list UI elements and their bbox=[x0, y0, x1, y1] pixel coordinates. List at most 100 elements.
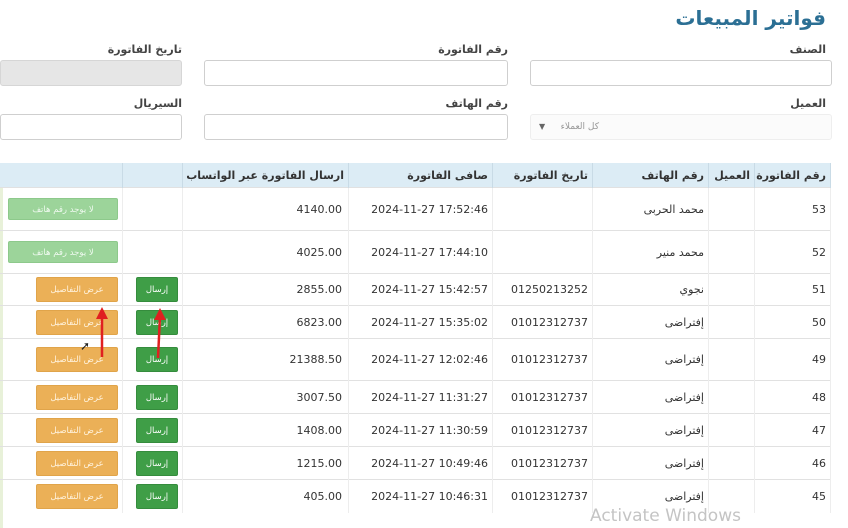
invoice-date-label: تاريخ الفاتورة bbox=[107, 43, 182, 56]
send-cell: إرسال bbox=[122, 338, 183, 381]
send-cell bbox=[122, 230, 183, 274]
send-whatsapp-button[interactable]: إرسال bbox=[136, 450, 178, 476]
customer-cell bbox=[708, 230, 755, 274]
no-phone-button[interactable]: لا يوجد رقم هاتف bbox=[8, 198, 118, 220]
net-cell: 405.00 bbox=[182, 479, 349, 513]
header-actions bbox=[0, 163, 123, 188]
invoice-number-cell: 48 bbox=[754, 380, 831, 414]
header-net: صافى الفاتورة bbox=[348, 163, 493, 188]
phone-label: رقم الهاتف bbox=[445, 97, 508, 110]
send-whatsapp-button[interactable]: إرسال bbox=[136, 483, 178, 509]
customer-select-value: كل العملاء bbox=[560, 122, 599, 132]
actions-cell: عرض التفاصيل bbox=[0, 446, 123, 480]
view-details-button[interactable]: عرض التفاصيل bbox=[36, 277, 118, 302]
invoice-number-cell: 45 bbox=[754, 479, 831, 513]
phone-cell: 01012312737 bbox=[492, 338, 593, 381]
invoice-number-cell: 47 bbox=[754, 413, 831, 447]
invoice-number-cell: 51 bbox=[754, 273, 831, 306]
invoice-date-cell: 2024-11-27 10:46:31 bbox=[348, 479, 493, 513]
net-cell: 3007.50 bbox=[182, 380, 349, 414]
invoice-number-input[interactable] bbox=[204, 60, 508, 86]
net-cell: 2855.00 bbox=[182, 273, 349, 306]
customer-cell bbox=[708, 305, 755, 339]
table-row: 53 محمد الحربى 2024-11-27 17:52:46 4140.00 ل… bbox=[0, 187, 831, 231]
phone-input[interactable] bbox=[204, 114, 508, 140]
invoice-number-cell: 50 bbox=[754, 305, 831, 339]
net-cell: 4025.00 bbox=[182, 230, 349, 274]
phone-name-cell: إفتراضى bbox=[592, 446, 709, 480]
view-details-button[interactable]: عرض التفاصيل bbox=[36, 483, 118, 509]
send-whatsapp-button[interactable]: إرسال bbox=[136, 309, 178, 335]
send-whatsapp-button[interactable]: إرسال bbox=[136, 417, 178, 443]
phone-name-cell: نجوي bbox=[592, 273, 709, 306]
table-row: 50 إفتراضى 01012312737 2024-11-27 15:35:02 6… bbox=[0, 305, 831, 339]
send-cell: إرسال bbox=[122, 380, 183, 414]
header-invoice-number: رقم الفاتورة bbox=[754, 163, 831, 188]
customer-label: العميل bbox=[790, 97, 826, 110]
customer-cell bbox=[708, 413, 755, 447]
table-row: 48 إفتراضى 01012312737 2024-11-27 11:31:27 3… bbox=[0, 380, 831, 414]
send-cell: إرسال bbox=[122, 305, 183, 339]
invoice-date-cell: 2024-11-27 17:52:46 bbox=[348, 187, 493, 231]
send-whatsapp-button[interactable]: إرسال bbox=[136, 347, 178, 372]
customer-cell bbox=[708, 380, 755, 414]
send-cell bbox=[122, 187, 183, 231]
actions-cell: عرض التفاصيل bbox=[0, 305, 123, 339]
invoice-date-input[interactable] bbox=[0, 60, 182, 86]
view-details-button[interactable]: عرض التفاصيل bbox=[36, 347, 118, 372]
invoice-number-cell: 49 bbox=[754, 338, 831, 381]
invoice-date-cell: 2024-11-27 11:30:59 bbox=[348, 413, 493, 447]
customer-cell bbox=[708, 446, 755, 480]
invoice-number-label: رقم الفاتورة bbox=[438, 43, 508, 56]
invoice-date-cell: 2024-11-27 12:02:46 bbox=[348, 338, 493, 381]
send-cell: إرسال bbox=[122, 479, 183, 513]
invoice-date-cell: 2024-11-27 10:49:46 bbox=[348, 446, 493, 480]
view-details-button[interactable]: عرض التفاصيل bbox=[36, 309, 118, 335]
header-phone: رقم الهاتف bbox=[592, 163, 709, 188]
view-details-button[interactable]: عرض التفاصيل bbox=[36, 417, 118, 443]
header-customer: العميل bbox=[708, 163, 755, 188]
net-cell: 1408.00 bbox=[182, 413, 349, 447]
category-label: الصنف bbox=[789, 43, 826, 56]
invoice-date-cell: 2024-11-27 15:35:02 bbox=[348, 305, 493, 339]
activate-windows-watermark: Activate Windows bbox=[590, 506, 741, 526]
table-row: 49 إفتراضى 01012312737 2024-11-27 12:02:46 2… bbox=[0, 338, 831, 381]
invoices-table: رقم الفاتورة العميل رقم الهاتف تاريخ الف… bbox=[0, 163, 831, 513]
net-cell: 21388.50 bbox=[182, 338, 349, 381]
phone-name-cell: محمد منير bbox=[592, 230, 709, 274]
table-row: 46 إفتراضى 01012312737 2024-11-27 10:49:46 1… bbox=[0, 446, 831, 480]
actions-cell: عرض التفاصيل bbox=[0, 479, 123, 513]
phone-name-cell: إفتراضى bbox=[592, 413, 709, 447]
category-input[interactable] bbox=[530, 60, 832, 86]
customer-cell bbox=[708, 273, 755, 306]
no-phone-button[interactable]: لا يوجد رقم هاتف bbox=[8, 241, 118, 263]
send-whatsapp-button[interactable]: إرسال bbox=[136, 277, 178, 302]
table-row: 47 إفتراضى 01012312737 2024-11-27 11:30:59 1… bbox=[0, 413, 831, 447]
net-cell: 4140.00 bbox=[182, 187, 349, 231]
invoice-number-cell: 53 bbox=[754, 187, 831, 231]
invoice-number-cell: 52 bbox=[754, 230, 831, 274]
actions-cell: لا يوجد رقم هاتف bbox=[0, 230, 123, 274]
send-cell: إرسال bbox=[122, 413, 183, 447]
customer-select[interactable]: كل العملاء ▼ bbox=[530, 114, 832, 140]
header-whatsapp: ارسال الفاتورة عبر الواتساب bbox=[182, 163, 349, 188]
phone-cell: 01250213252 bbox=[492, 273, 593, 306]
invoice-date-cell: 2024-11-27 15:42:57 bbox=[348, 273, 493, 306]
serial-input[interactable] bbox=[0, 114, 182, 140]
view-details-button[interactable]: عرض التفاصيل bbox=[36, 450, 118, 476]
phone-name-cell: إفتراضى bbox=[592, 380, 709, 414]
header-invoice-date: تاريخ الفاتورة bbox=[492, 163, 593, 188]
net-cell: 6823.00 bbox=[182, 305, 349, 339]
send-cell: إرسال bbox=[122, 273, 183, 306]
customer-cell bbox=[708, 187, 755, 231]
view-details-button[interactable]: عرض التفاصيل bbox=[36, 384, 118, 410]
page-title: فواتير المبيعات bbox=[675, 6, 826, 30]
send-whatsapp-button[interactable]: إرسال bbox=[136, 384, 178, 410]
phone-name-cell: إفتراضى bbox=[592, 305, 709, 339]
chevron-down-icon: ▼ bbox=[539, 122, 546, 131]
phone-cell: 01012312737 bbox=[492, 413, 593, 447]
phone-name-cell: إفتراضى bbox=[592, 338, 709, 381]
customer-cell bbox=[708, 338, 755, 381]
invoice-number-cell: 46 bbox=[754, 446, 831, 480]
actions-cell: عرض التفاصيل bbox=[0, 273, 123, 306]
